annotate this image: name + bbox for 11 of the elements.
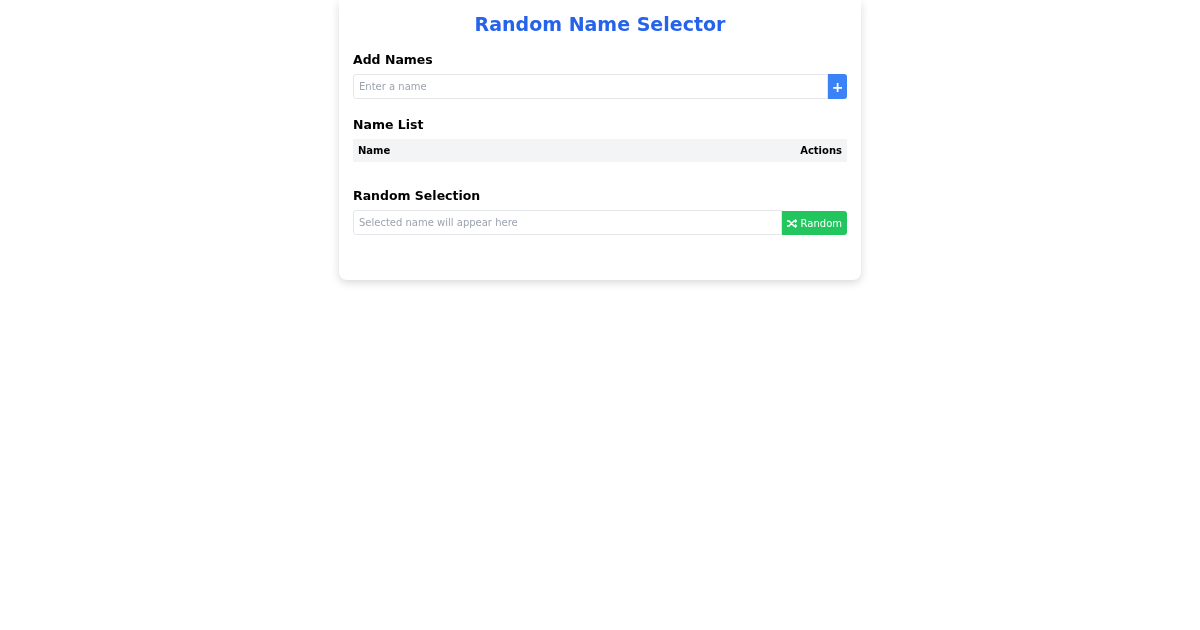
shuffle-icon	[786, 218, 797, 228]
column-header: Actions	[800, 145, 842, 156]
add-button[interactable]: +	[828, 74, 847, 99]
app-title: Random Name Selector	[473, 12, 727, 37]
section-heading: Random Selection	[353, 187, 482, 205]
section-heading: Add Names	[353, 51, 434, 69]
section-heading: Name List	[353, 116, 425, 134]
column-header: Name	[358, 145, 391, 156]
random-button[interactable]: Random	[781, 211, 847, 235]
selected-name-field[interactable]: Selected name will appear here	[353, 210, 782, 235]
name-input-field[interactable]: Enter a name	[353, 74, 828, 99]
